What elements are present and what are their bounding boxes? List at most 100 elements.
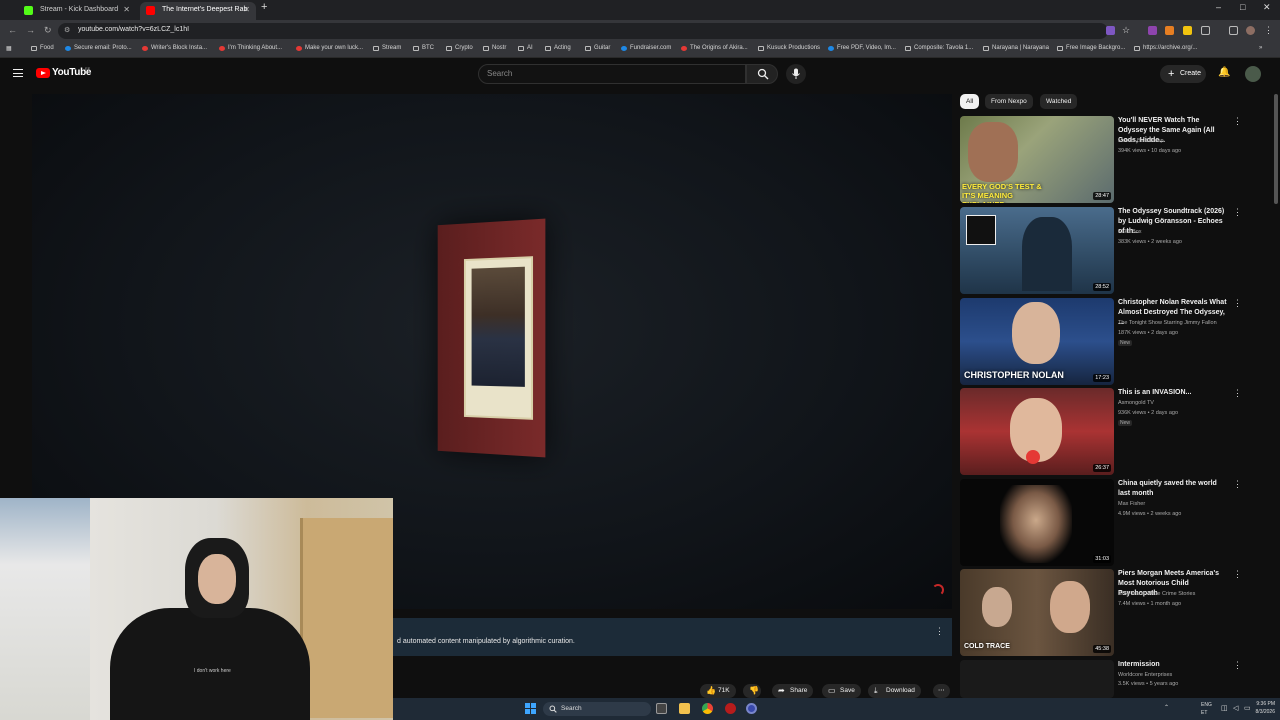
chip-from-nexpo[interactable]: From Nexpo — [985, 94, 1033, 109]
bookmark-ai[interactable]: AI — [518, 45, 533, 51]
recommendation-item[interactable]: Intermission Worldcore Enterprises 3.5K … — [960, 660, 1270, 698]
site-info-icon[interactable]: ⚙ — [64, 26, 70, 34]
language-indicator[interactable]: ENG ET — [1201, 701, 1212, 717]
more-options-icon[interactable]: ⋮ — [1233, 298, 1242, 309]
bookmark-narayana[interactable]: Narayana | Narayana — [983, 45, 1049, 51]
url-text[interactable]: youtube.com/watch?v=6zLCZ_lc1hI — [78, 26, 189, 33]
voice-search-button[interactable] — [786, 64, 806, 84]
chip-watched[interactable]: Watched — [1040, 94, 1078, 109]
close-window-button[interactable]: ✕ — [1263, 2, 1271, 13]
bookmark-fundraiser[interactable]: Fundraiser.com — [621, 45, 671, 51]
save-button[interactable]: ▭ Save — [822, 684, 861, 698]
recommendation-item[interactable]: 28:52 The Odyssey Soundtrack (2026) by L… — [960, 207, 1270, 295]
volume-icon[interactable]: ◁ — [1233, 704, 1238, 712]
recommendation-item[interactable]: CHRISTOPHER NOLAN 17:23 Christopher Nola… — [960, 298, 1270, 386]
channel-name[interactable]: Worldcore Enterprises — [1118, 672, 1172, 678]
bookmark-food[interactable]: Food — [31, 45, 54, 51]
recommendation-item[interactable]: EVERY GOD'S TEST & IT'S MEANING EXPLAINE… — [960, 116, 1270, 204]
back-icon[interactable]: ← — [8, 25, 17, 35]
tab-kick-dashboard[interactable]: Stream - Kick Dashboard ✕ — [18, 2, 136, 20]
youtube-logo-icon[interactable] — [36, 68, 50, 78]
task-view-icon[interactable] — [656, 703, 667, 714]
channel-name[interactable]: The Tonight Show Starring Jimmy Fallon — [1118, 320, 1217, 326]
channel-name[interactable]: Cold Trace - True Crime Stories — [1118, 591, 1195, 597]
profile-avatar-icon[interactable] — [1246, 26, 1255, 35]
more-options-icon[interactable]: ⋮ — [1233, 660, 1242, 671]
video-title[interactable]: This is an INVASION... — [1118, 388, 1230, 398]
download-button[interactable]: ⤓ Download — [868, 684, 921, 698]
recommendation-item[interactable]: 26:37 This is an INVASION... Asmongold T… — [960, 388, 1270, 476]
maximize-button[interactable]: □ — [1240, 2, 1245, 12]
chip-all[interactable]: All — [960, 94, 980, 109]
bookmark-guitar[interactable]: Guitar — [585, 45, 610, 51]
bookmark-make-luck[interactable]: Make your own luck... — [296, 45, 363, 51]
video-title[interactable]: Intermission — [1118, 660, 1230, 670]
close-icon[interactable]: ✕ — [243, 2, 250, 18]
more-actions-button[interactable]: ⋯ — [933, 684, 950, 698]
video-thumbnail[interactable]: CHRISTOPHER NOLAN 17:23 — [960, 298, 1114, 385]
menu-icon[interactable] — [13, 69, 23, 77]
forward-icon[interactable]: → — [26, 25, 35, 35]
bookmark-thinking-about[interactable]: I'm Thinking About... — [219, 45, 282, 51]
video-thumbnail[interactable]: 28:52 — [960, 207, 1114, 294]
extension-icon[interactable] — [1165, 26, 1174, 35]
like-button[interactable]: 👍 71K — [700, 684, 736, 698]
windows-start-icon[interactable] — [525, 703, 536, 714]
taskbar-search[interactable]: Search — [543, 702, 651, 716]
bookmark-akira[interactable]: The Origins of Akira... — [681, 45, 748, 51]
dislike-button[interactable]: 👎 — [743, 684, 761, 698]
bookmark-composite[interactable]: Composite: Tavola 1... — [905, 45, 973, 51]
bookmark-star-icon[interactable]: ☆ — [1122, 25, 1130, 36]
bookmark-kusuck[interactable]: Kusuck Productions — [758, 45, 820, 51]
menu-dots-icon[interactable]: ⋮ — [1264, 25, 1273, 36]
recommendation-item[interactable]: 31:03 China quietly saved the world last… — [960, 479, 1270, 567]
video-thumbnail[interactable]: COLD TRACE 45:38 — [960, 569, 1114, 656]
more-options-icon[interactable]: ⋮ — [1233, 116, 1242, 127]
wifi-icon[interactable]: ◫ — [1221, 704, 1228, 712]
video-thumbnail[interactable]: 26:37 — [960, 388, 1114, 475]
extensions-puzzle-icon[interactable] — [1201, 26, 1210, 35]
app-icon[interactable] — [725, 703, 736, 714]
create-button[interactable]: Create — [1160, 65, 1206, 83]
reload-icon[interactable]: ↻ — [44, 25, 52, 36]
apps-grid-icon[interactable]: ▦ — [6, 45, 12, 52]
bookmark-free-pdf[interactable]: Free PDF, Video, Im... — [828, 45, 896, 51]
more-options-icon[interactable]: ⋮ — [1233, 569, 1242, 580]
channel-name[interactable]: Max Fisher — [1118, 501, 1145, 507]
video-thumbnail[interactable]: 31:03 — [960, 479, 1114, 566]
bookmark-nostr[interactable]: Nostr — [483, 45, 506, 51]
channel-name[interactable]: Asmongold TV — [1118, 400, 1154, 406]
bookmark-protonmail[interactable]: Secure email: Proto... — [65, 45, 132, 51]
video-thumbnail[interactable] — [960, 660, 1114, 698]
bookmark-free-image[interactable]: Free Image Backgro... — [1057, 45, 1125, 51]
bookmark-writers-block[interactable]: Writer's Block Insta... — [142, 45, 207, 51]
share-button[interactable]: ➦ Share — [772, 684, 814, 698]
bookmarks-overflow-icon[interactable]: » — [1259, 45, 1262, 51]
search-button[interactable] — [746, 64, 778, 84]
more-options-icon[interactable]: ⋮ — [1233, 388, 1242, 399]
omnibox[interactable]: ⚙ youtube.com/watch?v=6zLCZ_lc1hI — [58, 23, 1108, 39]
bookmark-acting[interactable]: Acting — [545, 45, 571, 51]
bookmark-crypto[interactable]: Crypto — [446, 45, 473, 51]
notifications-bell-icon[interactable]: 🔔 — [1218, 67, 1230, 78]
minimize-button[interactable]: – — [1216, 2, 1221, 12]
channel-name[interactable]: Movies Balls Deep — [1118, 138, 1164, 144]
close-icon[interactable]: ✕ — [123, 2, 130, 18]
more-options-icon[interactable]: ⋮ — [1233, 207, 1242, 218]
bookmark-btc[interactable]: BTC — [413, 45, 434, 51]
bookmark-archive[interactable]: https://archive.org/... — [1134, 45, 1197, 51]
clock[interactable]: 9:36 PM 8/3/2026 — [1256, 700, 1275, 716]
channel-name[interactable]: Kaka Box — [1118, 229, 1142, 235]
extension-icon[interactable] — [1183, 26, 1192, 35]
recommendation-item[interactable]: COLD TRACE 45:38 Piers Morgan Meets Amer… — [960, 569, 1270, 657]
more-options-icon[interactable]: ⋮ — [1233, 479, 1242, 490]
avatar[interactable] — [1245, 66, 1261, 82]
video-thumbnail[interactable]: EVERY GOD'S TEST & IT'S MEANING EXPLAINE… — [960, 116, 1114, 203]
new-tab-button[interactable]: + — [261, 1, 267, 13]
video-title[interactable]: China quietly saved the world last month — [1118, 479, 1230, 499]
bookmark-stream[interactable]: Stream — [373, 45, 401, 51]
more-options-icon[interactable]: ⋮ — [935, 626, 944, 637]
battery-icon[interactable]: ▭ — [1244, 704, 1251, 712]
search-input[interactable]: Search — [478, 64, 746, 84]
file-explorer-icon[interactable] — [679, 703, 690, 714]
